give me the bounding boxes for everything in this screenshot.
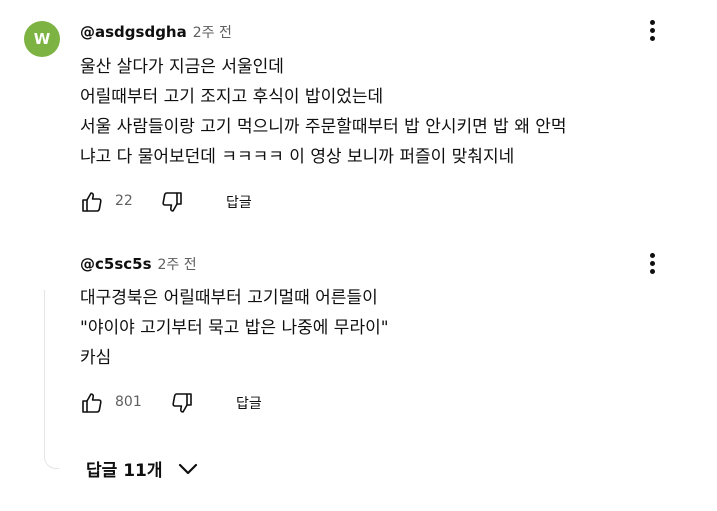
thumbs-up-icon <box>82 393 102 413</box>
reply-like-button[interactable] <box>80 391 104 415</box>
chevron-down-icon <box>178 463 197 474</box>
reply-dislike-button[interactable] <box>170 391 194 415</box>
dislike-button[interactable] <box>160 190 184 214</box>
comment-body: 울산 살다가 지금은 서울인데 어릴때부터 고기 조지고 후식이 밥이었는데 서… <box>80 52 567 172</box>
kebab-menu-icon[interactable] <box>640 18 664 42</box>
thumbs-down-icon <box>172 393 192 413</box>
reply-line: 대구경북은 어릴때부터 고기멀때 어른들이 <box>80 288 378 308</box>
avatar[interactable]: W <box>24 21 60 57</box>
comment-meta: @asdgsdgha 2주 전 <box>80 22 232 42</box>
kebab-menu-icon[interactable] <box>640 251 664 275</box>
thumbs-up-icon <box>82 192 102 212</box>
like-count: 22 <box>115 193 133 209</box>
reply-meta: @c5sc5s 2주 전 <box>80 254 197 274</box>
more-replies-label: 답글 11개 <box>86 461 163 481</box>
avatar-letter: W <box>33 30 51 48</box>
reply-line: "야이야 고기부터 묵고 밥은 나중에 무라이" <box>80 318 389 338</box>
more-replies-button[interactable]: 답글 11개 <box>86 456 199 481</box>
reply-button[interactable]: 답글 <box>226 192 252 212</box>
like-button[interactable] <box>80 190 104 214</box>
reply-author[interactable]: @c5sc5s <box>80 255 152 273</box>
thread-line <box>44 290 59 469</box>
reply-body: 대구경북은 어릴때부터 고기멀때 어른들이 "야이야 고기부터 묵고 밥은 나중… <box>80 283 389 373</box>
thumbs-down-icon <box>162 192 182 212</box>
comment-time[interactable]: 2주 전 <box>193 22 232 42</box>
comment-author[interactable]: @asdgsdgha <box>80 23 187 41</box>
reply-line: 카심 <box>80 348 112 368</box>
comment-line: 서울 사람들이랑 고기 먹으니까 주문할때부터 밥 안시키면 밥 왜 안먹 <box>80 117 567 137</box>
comment-line: 냐고 다 물어보던데 ㅋㅋㅋㅋ 이 영상 보니까 퍼즐이 맞춰지네 <box>80 147 515 167</box>
reply-time[interactable]: 2주 전 <box>158 254 197 274</box>
comment-line: 울산 살다가 지금은 서울인데 <box>80 57 284 77</box>
reply-like-count: 801 <box>115 394 142 410</box>
comment-line: 어릴때부터 고기 조지고 후식이 밥이었는데 <box>80 87 384 107</box>
reply-reply-button[interactable]: 답글 <box>236 393 262 413</box>
